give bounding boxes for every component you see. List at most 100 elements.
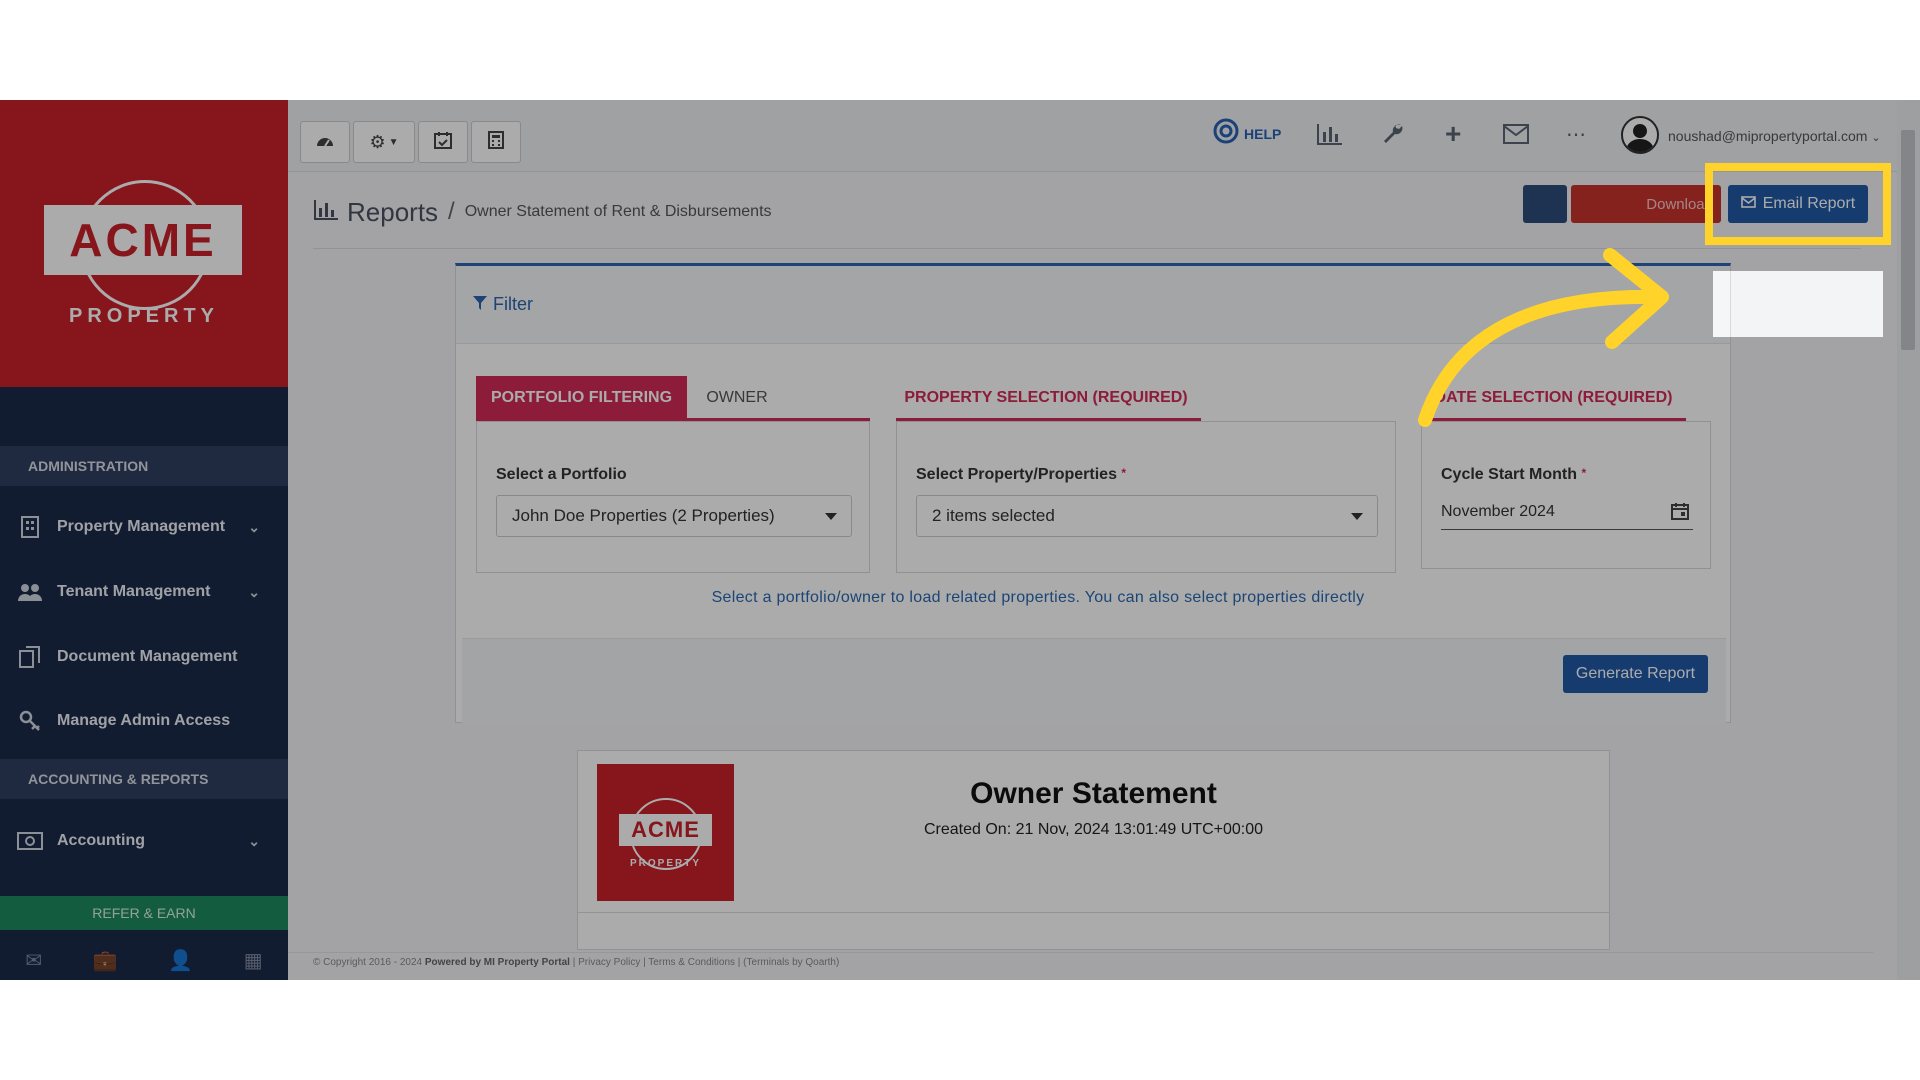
property-value: 2 items selected (932, 506, 1055, 525)
footer-divider (288, 952, 1873, 953)
caret-down-icon (1351, 513, 1363, 520)
powered-by-link[interactable]: Powered by MI Property Portal (425, 957, 570, 968)
tab-label: OWNER (706, 389, 768, 406)
user-email: noushad@mipropertyportal.com (1668, 128, 1868, 144)
avatar[interactable] (1621, 116, 1659, 154)
users-icon (17, 581, 43, 603)
date-panel: Cycle Start Month * November 2024 (1421, 421, 1711, 569)
calendar-check-icon (434, 131, 452, 154)
filter-footer: Generate Report (462, 638, 1726, 724)
calculator-icon (488, 130, 504, 154)
footer-links[interactable]: | Privacy Policy | Terms & Conditions | (573, 957, 741, 968)
envelope-icon[interactable] (1503, 120, 1529, 148)
brand-logo[interactable]: ACME PROPERTY (0, 100, 288, 387)
sidebar-item-document-management[interactable]: Document Management (0, 631, 288, 683)
sidebar-item-label: Manage Admin Access (57, 712, 231, 729)
filter-hint: Select a portfolio/owner to load related… (711, 589, 1365, 606)
help-label: HELP (1244, 126, 1282, 142)
filter-title: Filter (493, 294, 533, 314)
chevron-down-icon: ⌄ (248, 583, 260, 600)
sidebar-item-property-management[interactable]: Property Management ⌄ (0, 501, 288, 553)
tab-portfolio-filtering[interactable]: PORTFOLIO FILTERING (476, 376, 687, 420)
documents-icon (17, 646, 43, 668)
top-navbar: ⚙ ▼ HELP + ⋯ noushad@mipropertyportal.co… (288, 100, 1920, 172)
copyright-text: © Copyright 2016 - 2024 (313, 957, 423, 968)
user-menu[interactable]: noushad@mipropertyportal.com ⌄ (1668, 128, 1881, 144)
print-button[interactable] (1523, 185, 1567, 223)
dashboard-icon (315, 132, 335, 153)
building-icon (17, 516, 43, 538)
statement-title: Owner Statement (970, 777, 1217, 810)
footer: © Copyright 2016 - 2024 Powered by MI Pr… (313, 957, 839, 968)
report-name: Owner Statement of Rent & Disbursements (464, 203, 772, 220)
sidebar-item-manage-admin-access[interactable]: Manage Admin Access (0, 695, 288, 747)
calculator-button[interactable] (471, 121, 521, 163)
settings-dropdown-button[interactable]: ⚙ ▼ (353, 121, 415, 163)
page-title[interactable]: Reports (347, 197, 438, 228)
envelope-icon[interactable]: ✉ (25, 948, 42, 973)
lifebuoy-icon (1213, 118, 1239, 151)
sidebar-item-tenant-management[interactable]: Tenant Management ⌄ (0, 566, 288, 618)
caret-down-icon (825, 513, 837, 520)
section-header-administration: ADMINISTRATION (0, 446, 288, 486)
required-mark: * (1581, 466, 1587, 480)
portfolio-select[interactable]: John Doe Properties (2 Properties) (496, 495, 852, 537)
portfolio-value: John Doe Properties (2 Properties) (512, 506, 775, 525)
calculator-icon[interactable]: ▦ (244, 948, 263, 973)
pointer-arrow (1418, 248, 1669, 427)
portfolio-label: Select a Portfolio (496, 466, 627, 483)
generate-report-label: Generate Report (1575, 665, 1696, 682)
portfolio-panel: Select a Portfolio John Doe Properties (… (476, 421, 870, 573)
breadcrumb: Reports / Owner Statement of Rent & Disb… (313, 192, 772, 232)
property-label: Select Property/Properties * (916, 466, 1126, 484)
wrench-icon[interactable] (1381, 120, 1405, 148)
key-icon (17, 710, 43, 732)
chevron-down-icon: ⌄ (248, 832, 260, 849)
sidebar-item-label: Accounting (57, 832, 145, 849)
sidebar-item-label: Property Management (57, 518, 226, 535)
chevron-down-icon: ⌄ (1871, 132, 1881, 144)
terminals-credit: (Terminals by Qoarth) (743, 957, 840, 968)
property-select[interactable]: 2 items selected (916, 495, 1378, 537)
tab-property-selection[interactable]: PROPERTY SELECTION (REQUIRED) (896, 376, 1196, 420)
dashboard-button[interactable] (300, 121, 350, 163)
briefcase-icon[interactable]: 💼 (93, 948, 118, 973)
breadcrumb-separator: / (448, 198, 455, 225)
download-button[interactable]: Download (1571, 185, 1721, 223)
plus-icon[interactable]: + (1445, 118, 1461, 149)
cycle-start-month-input[interactable]: November 2024 (1441, 494, 1693, 530)
tab-owner[interactable]: OWNER (687, 376, 787, 420)
generate-report-button[interactable]: Generate Report (1563, 655, 1708, 693)
sidebar-bottom-toolbar: ✉ 💼 👤 ▦ (0, 940, 288, 980)
statement-created-date: Created On: 21 Nov, 2024 13:01:49 UTC+00… (923, 821, 1264, 838)
scrollbar[interactable] (1897, 100, 1920, 980)
money-icon (17, 830, 43, 852)
logo-wordmark: ACME (44, 205, 242, 275)
sidebar-item-label: Document Management (57, 648, 238, 665)
chart-icon[interactable] (1316, 120, 1344, 148)
user-icon[interactable]: 👤 (168, 948, 193, 973)
date-label-text: Cycle Start Month (1441, 466, 1578, 483)
help-button[interactable]: HELP (1213, 118, 1282, 151)
app-window: ACME PROPERTY ADMINISTRATION Property Ma… (0, 100, 1920, 980)
download-label: Download (1646, 195, 1713, 213)
calendar-icon[interactable] (1671, 502, 1689, 525)
refer-earn-button[interactable]: REFER & EARN (0, 896, 288, 930)
logo-subtitle: PROPERTY (68, 305, 220, 327)
sidebar: ACME PROPERTY ADMINISTRATION Property Ma… (0, 100, 288, 980)
section-header-accounting-reports: ACCOUNTING & REPORTS (0, 759, 288, 799)
tab-label: PORTFOLIO FILTERING (490, 389, 673, 406)
tab-label: PROPERTY SELECTION (REQUIRED) (904, 389, 1188, 406)
sidebar-item-accounting[interactable]: Accounting ⌄ (0, 815, 288, 867)
calendar-button[interactable] (418, 121, 468, 163)
date-label: Cycle Start Month * (1441, 466, 1586, 484)
scrollbar-thumb[interactable] (1901, 130, 1915, 350)
divider (578, 912, 1609, 913)
caret-down-icon: ▼ (388, 136, 399, 148)
statement-logo-subtitle: PROPERTY (629, 858, 701, 869)
bar-chart-icon (313, 199, 339, 226)
property-label-text: Select Property/Properties (916, 466, 1117, 483)
property-panel: Select Property/Properties * 2 items sel… (896, 421, 1396, 573)
funnel-icon (473, 294, 487, 315)
more-icon[interactable]: ⋯ (1566, 120, 1586, 148)
